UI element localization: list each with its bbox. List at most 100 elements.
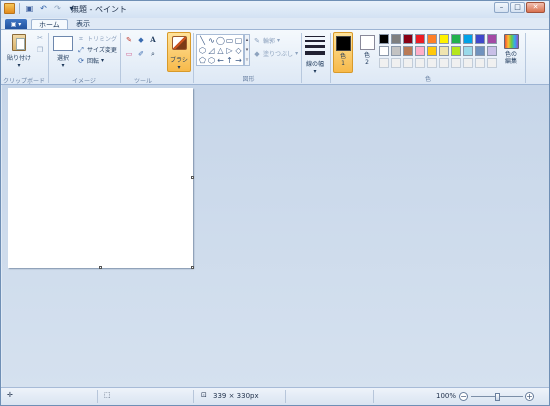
status-separator [373,390,374,403]
palette-swatch[interactable] [427,58,437,68]
tools-group: ✎ ◆ A ▭ ✐ ⌕ ツール [121,30,165,86]
palette-swatch[interactable] [403,58,413,68]
colors-group-label: 色 [424,76,431,83]
brush-button[interactable]: ブラシ ▾ [167,32,191,72]
shape-item[interactable]: ◿ [207,46,216,56]
rotate-button[interactable]: ⟳ 回転 ▾ [77,56,104,66]
paint-icon[interactable] [4,3,15,14]
palette-swatch[interactable] [379,34,389,44]
redo-icon[interactable]: ↷ [52,3,63,14]
outline-button[interactable]: ✎ 輪郭 ▾ [253,36,281,46]
palette-swatch[interactable] [475,46,485,56]
color1-button[interactable]: 色 1 [333,32,353,73]
crop-icon: ⌗ [79,34,83,43]
save-icon[interactable]: ▣ [24,3,35,14]
resize-handle-right[interactable] [191,176,194,179]
palette-swatch[interactable] [451,34,461,44]
group-separator [330,33,331,83]
palette-swatch[interactable] [475,34,485,44]
status-separator [285,390,286,403]
shape-item[interactable]: → [234,56,243,66]
color2-swatch [359,35,375,50]
shape-item[interactable]: ▷ [225,46,234,56]
palette-swatch[interactable] [451,58,461,68]
line-width-dropdown-icon: ▾ [313,68,317,75]
palette-swatch[interactable] [379,46,389,56]
fill-shape-button[interactable]: ◆ 塗りつぶし ▾ [253,49,298,59]
shape-item[interactable]: ╲ [198,36,207,46]
palette-swatch[interactable] [451,46,461,56]
resize-button[interactable]: ⤢ サイズ変更 [77,45,117,55]
palette-swatch[interactable] [415,34,425,44]
shapes-gallery[interactable]: ╲ ∿ ◯ ▭ ▢ ⬡ ◿ △ ▷ ◇ ⬠ ⬡ ← ↑ → [196,34,244,66]
select-label: 選択 [56,55,69,62]
paste-button[interactable]: 貼り付け ▾ [7,34,31,69]
palette-swatch[interactable] [403,46,413,56]
maximize-button[interactable]: □ [510,2,525,13]
palette-swatch[interactable] [487,34,497,44]
eraser-icon[interactable]: ▭ [125,50,133,58]
shape-item[interactable]: ↑ [225,56,234,66]
zoom-thumb[interactable] [495,393,500,401]
shape-item[interactable]: ⬠ [198,56,207,66]
palette-swatch[interactable] [391,46,401,56]
palette-swatch[interactable] [487,58,497,68]
drawing-canvas[interactable] [8,88,194,269]
ribbon: 貼り付け ▾ ✂ ❐ クリップボード 選択 ▾ ⌗ トリミング ⤢ サイズ変更 … [1,29,549,85]
color-picker-icon[interactable]: ✐ [137,50,145,58]
zoom-in-button[interactable]: + [525,392,534,401]
palette-swatch[interactable] [463,58,473,68]
crop-button[interactable]: ⌗ トリミング [77,34,117,44]
shape-item[interactable]: △ [216,46,225,56]
palette-swatch[interactable] [379,58,389,68]
color2-button[interactable]: 色 2 [357,32,377,73]
palette-swatch[interactable] [415,46,425,56]
palette-swatch[interactable] [475,58,485,68]
minimize-button[interactable]: – [494,2,509,13]
palette-swatch[interactable] [463,46,473,56]
palette-swatch[interactable] [391,58,401,68]
pencil-icon[interactable]: ✎ [125,36,133,44]
shape-item[interactable]: ⬡ [207,56,216,66]
copy-button[interactable]: ❐ [36,46,44,54]
shape-item[interactable]: ◯ [216,36,225,46]
magnifier-icon[interactable]: ⌕ [149,50,157,58]
palette-swatch[interactable] [403,34,413,44]
shape-item[interactable]: ◇ [234,46,243,56]
palette-swatch[interactable] [427,46,437,56]
shape-item[interactable]: ▢ [234,36,243,46]
palette-swatch[interactable] [427,34,437,44]
undo-icon[interactable]: ↶ [38,3,49,14]
close-button[interactable]: ✕ [526,2,545,13]
fill-shape-icon: ◆ [254,49,260,58]
cut-button[interactable]: ✂ [36,34,44,42]
palette-swatch[interactable] [415,58,425,68]
palette-swatch[interactable] [463,34,473,44]
resize-handle-corner[interactable] [191,266,194,269]
outline-dropdown-icon: ▾ [277,37,281,44]
edit-colors-button[interactable]: 色の 編集 [499,33,523,65]
zoom-out-button[interactable]: − [459,392,468,401]
outline-icon: ✎ [254,36,260,45]
text-icon[interactable]: A [149,36,157,44]
shape-item[interactable]: ⬡ [198,46,207,56]
zoom-level: 100% [436,392,457,400]
shape-item[interactable]: ∿ [207,36,216,46]
line-width-button[interactable]: 線の幅 ▾ [304,33,326,75]
shape-item[interactable]: ▭ [225,36,234,46]
fill-icon[interactable]: ◆ [137,36,145,44]
palette-swatch[interactable] [439,58,449,68]
shapes-scroll[interactable]: ▴ ▾ ▿ [244,34,250,66]
shape-item[interactable]: ← [216,56,225,66]
palette-swatch[interactable] [487,46,497,56]
palette-swatch[interactable] [391,34,401,44]
canvas-size: 339 × 330px [213,392,259,400]
palette-swatch[interactable] [439,46,449,56]
resize-handle-bottom[interactable] [99,266,102,269]
zoom-slider[interactable] [471,393,523,401]
copy-icon: ❐ [36,46,44,54]
palette-swatch[interactable] [439,34,449,44]
select-button[interactable]: 選択 ▾ [53,36,73,69]
brush-dropdown-icon: ▾ [177,64,181,71]
selection-size-icon: ⬚ [104,391,111,399]
